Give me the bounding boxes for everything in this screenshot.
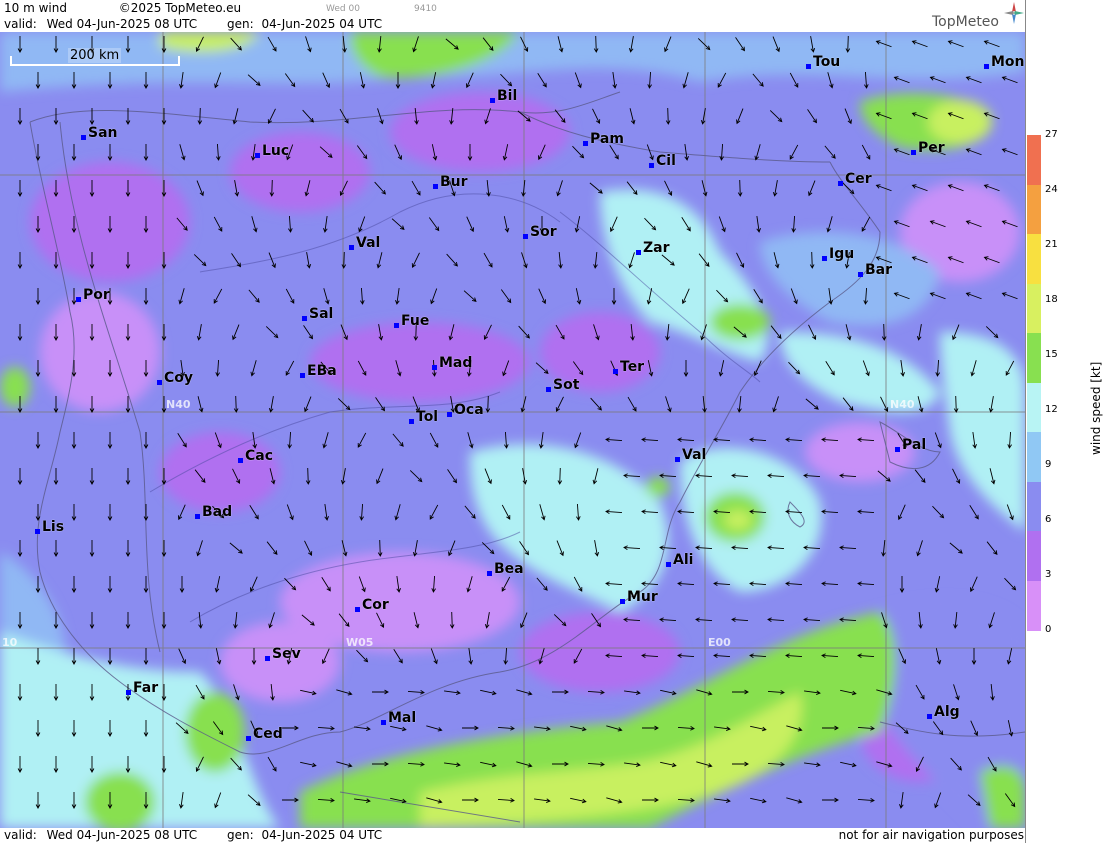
footer-valid-label: valid: [4, 828, 37, 842]
header-line-1: 10 m wind ©2025 TopMeteo.eu [4, 1, 241, 15]
city-label[interactable]: Cer [838, 171, 872, 187]
legend-tick-label: 9 [1045, 459, 1052, 470]
legend-color-segment [1027, 382, 1041, 433]
product-title: 10 m wind [4, 1, 67, 15]
city-label[interactable]: Por [76, 287, 110, 303]
legend-color-segment [1027, 333, 1041, 384]
city-label[interactable]: Val [349, 235, 380, 251]
city-label[interactable]: Sev [265, 646, 301, 662]
city-label[interactable]: Mad [432, 355, 472, 371]
city-label[interactable]: Far [126, 680, 158, 696]
city-label[interactable]: Pal [895, 437, 926, 453]
wind-map[interactable]: 200 km N40 N40 10 W05 E00 Bil Tou Mon Sa… [0, 32, 1025, 828]
footer-gen-value: 04-Jun-2025 04 UTC [261, 828, 383, 842]
valid-value: Wed 04-Jun-2025 08 UTC [46, 17, 198, 31]
grid-label-lat-west: N40 [166, 398, 191, 411]
legend-tick-label: 12 [1045, 404, 1058, 415]
city-label[interactable]: Fue [394, 313, 429, 329]
legend-color-segment [1027, 283, 1041, 334]
legend-title: wind speed [kt] [1089, 361, 1103, 455]
city-label[interactable]: Luc [255, 143, 289, 159]
city-label[interactable]: Mur [620, 589, 658, 605]
city-label[interactable]: Cor [355, 597, 389, 613]
grid-label-lon-far-west: 10 [2, 636, 18, 649]
city-label[interactable]: Bur [433, 174, 468, 190]
wind-speed-legend [1027, 135, 1041, 631]
copyright-text: ©2025 TopMeteo.eu [118, 1, 242, 15]
city-label[interactable]: Zar [636, 240, 670, 256]
grid-label-lon-east: E00 [708, 636, 731, 649]
legend-tick-label: 27 [1045, 129, 1058, 140]
legend-tick-label: 24 [1045, 184, 1058, 195]
city-label[interactable]: Lis [35, 519, 64, 535]
valid-label: valid: [4, 17, 37, 31]
city-label[interactable]: Tol [409, 409, 438, 425]
city-label[interactable]: Per [911, 140, 945, 156]
header-line-2: valid: Wed 04-Jun-2025 08 UTC gen: 04-Ju… [4, 17, 382, 31]
legend-color-segment [1027, 531, 1041, 582]
city-label[interactable]: Ali [666, 552, 693, 568]
footer-valid-value: Wed 04-Jun-2025 08 UTC [46, 828, 198, 842]
footer-disclaimer: not for air navigation purposes [838, 828, 1024, 842]
city-label[interactable]: Bea [487, 561, 524, 577]
faint-code-label: 9410 [414, 4, 437, 14]
city-label[interactable]: Bad [195, 504, 232, 520]
city-label[interactable]: Sor [523, 224, 557, 240]
topmeteo-logo-text: TopMeteo [932, 14, 999, 30]
legend-tick-label: 3 [1045, 569, 1052, 580]
footer-gen-label: gen: [227, 828, 254, 842]
faint-day-label: Wed 00 [326, 4, 360, 14]
city-label[interactable]: Ced [246, 726, 283, 742]
scale-bar-label: 200 km [68, 48, 122, 63]
city-label[interactable]: Val [675, 447, 706, 463]
compass-logo-icon [1004, 2, 1024, 24]
city-label[interactable]: Mon [984, 54, 1025, 70]
city-label[interactable]: Igu [822, 246, 854, 262]
legend-color-segment [1027, 234, 1041, 285]
city-label[interactable]: Bil [490, 88, 517, 104]
city-label[interactable]: Mal [381, 710, 416, 726]
legend-tick-label: 15 [1045, 349, 1058, 360]
city-label[interactable]: Cil [649, 153, 676, 169]
legend-tick-label: 6 [1045, 514, 1052, 525]
wind-field-svg [0, 32, 1025, 828]
legend-tick-label: 18 [1045, 294, 1058, 305]
city-label[interactable]: Coy [157, 370, 193, 386]
city-label[interactable]: Bar [858, 262, 892, 278]
city-label[interactable]: Pam [583, 131, 624, 147]
footer-line: valid: Wed 04-Jun-2025 08 UTC gen: 04-Ju… [4, 828, 382, 842]
city-label[interactable]: Tou [806, 54, 840, 70]
gen-label: gen: [227, 17, 254, 31]
panel-divider [1025, 0, 1026, 843]
city-label[interactable]: San [81, 125, 118, 141]
city-label[interactable]: Cac [238, 448, 273, 464]
gen-value: 04-Jun-2025 04 UTC [261, 17, 383, 31]
legend-tick-label: 21 [1045, 239, 1058, 250]
city-label[interactable]: Sot [546, 377, 579, 393]
legend-color-segment [1027, 481, 1041, 532]
legend-color-segment [1027, 580, 1041, 631]
city-label[interactable]: EBa [300, 363, 337, 379]
legend-color-segment [1027, 184, 1041, 235]
city-label[interactable]: Sal [302, 306, 333, 322]
city-label[interactable]: Oca [447, 402, 484, 418]
city-label[interactable]: Ter [613, 359, 644, 375]
legend-color-segment [1027, 135, 1041, 186]
legend-tick-label: 0 [1045, 624, 1052, 635]
legend-color-segment [1027, 432, 1041, 483]
grid-label-lat-east: N40 [890, 398, 915, 411]
grid-label-lon-mid: W05 [346, 636, 374, 649]
city-label[interactable]: Alg [927, 704, 960, 720]
scale-bar: 200 km [10, 48, 180, 68]
